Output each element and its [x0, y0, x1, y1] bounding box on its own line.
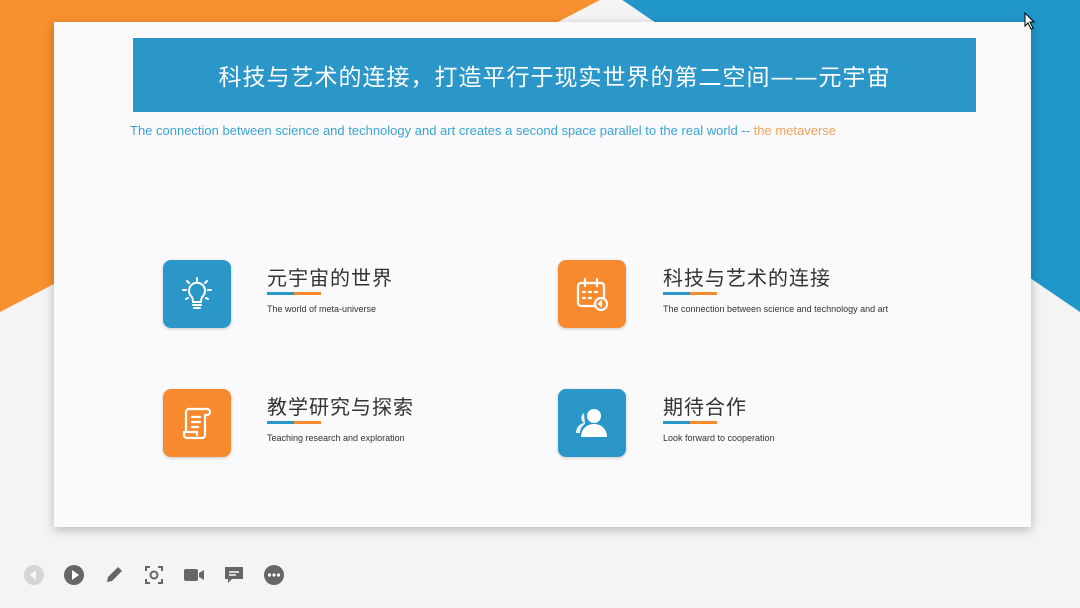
slide-title: 科技与艺术的连接，打造平行于现实世界的第二空间——元宇宙: [218, 65, 891, 91]
document-scroll-icon: [163, 389, 231, 457]
pen-icon[interactable]: [102, 563, 126, 587]
item-description: Look forward to cooperation: [663, 433, 775, 443]
slide-title-banner: 科技与艺术的连接，打造平行于现实世界的第二空间——元宇宙: [133, 38, 976, 112]
comment-icon[interactable]: [222, 563, 246, 587]
item-underline: [663, 421, 717, 424]
item-description: Teaching research and exploration: [267, 433, 405, 443]
item-description: The world of meta-universe: [267, 304, 377, 314]
slide-subtitle: The connection between science and techn…: [130, 123, 836, 138]
screenshot-icon[interactable]: [142, 563, 166, 587]
item-title: 科技与艺术的连接: [663, 266, 831, 290]
item-title: 期待合作: [663, 395, 747, 419]
mouse-cursor-icon: [1024, 11, 1036, 34]
item-title: 教学研究与探索: [267, 395, 414, 419]
item-title: 元宇宙的世界: [267, 266, 393, 290]
item-underline: [267, 292, 321, 295]
item-underline: [267, 421, 321, 424]
calendar-icon: [558, 260, 626, 328]
camera-icon[interactable]: [182, 563, 206, 587]
presentation-toolbar: [22, 562, 286, 588]
presentation-slide: 科技与艺术的连接，打造平行于现实世界的第二空间——元宇宙 The connect…: [54, 22, 1031, 527]
more-icon[interactable]: [262, 563, 286, 587]
users-icon: [558, 389, 626, 457]
subtitle-blue-part: The connection between science and techn…: [130, 123, 754, 138]
item-description: The connection between science and techn…: [663, 304, 889, 314]
lightbulb-icon: [163, 260, 231, 328]
play-icon[interactable]: [62, 563, 86, 587]
item-underline: [663, 292, 717, 295]
previous-icon[interactable]: [22, 563, 46, 587]
subtitle-orange-part: the metaverse: [753, 123, 837, 138]
